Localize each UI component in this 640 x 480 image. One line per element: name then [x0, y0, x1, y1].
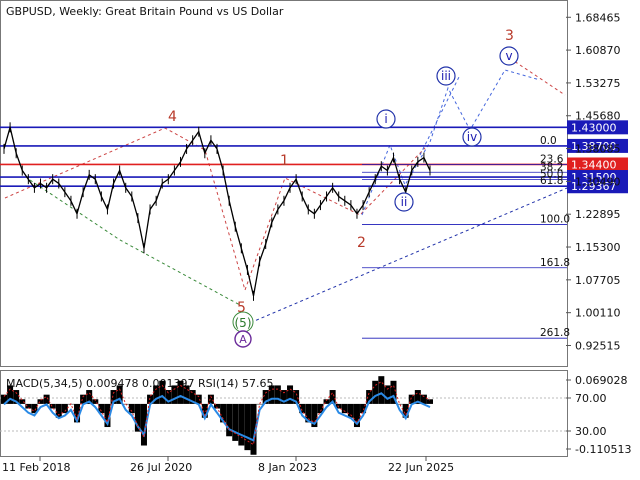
y-ticks-layer: 1.68465 1.60870 1.53275 1.45680 1.38085 1.304… — [566, 11, 621, 352]
macd-histogram-bar — [256, 403, 263, 405]
fib-label: 161.8 — [540, 257, 570, 269]
y-tick-label: 0.92515 — [575, 339, 621, 352]
y-tick-label: 1.53275 — [575, 77, 621, 90]
y-tick-label: 1.22895 — [575, 208, 621, 221]
indicator-tick-label: 70.00 — [575, 392, 607, 405]
level-badge-label: 1.34400 — [571, 158, 617, 171]
macd-histogram-bar — [274, 385, 281, 404]
x-tick-label: 26 Jul 2020 — [130, 461, 192, 474]
indicator-tick-label: -0.110513 — [575, 443, 631, 456]
macd-histogram-bar — [177, 380, 184, 404]
macd-histogram-bar — [159, 380, 166, 404]
y-tick-label: 1.38085 — [575, 143, 621, 156]
y-tick-label: 1.07705 — [575, 274, 621, 287]
chart-root: GBPUSD, Weekly: Great Britain Pound vs U… — [0, 0, 640, 480]
macd-histogram-bar — [49, 403, 56, 409]
macd-histogram-bar — [372, 380, 379, 404]
wave-label-green: (5) — [235, 316, 252, 330]
y-tick-label: 1.60870 — [575, 44, 621, 57]
y-tick-label: 1.15300 — [575, 241, 621, 254]
wave-label-blue: iii — [441, 69, 451, 83]
macd-histogram-bar — [268, 385, 275, 404]
macd-histogram-bar — [384, 385, 391, 404]
wave-label-blue: ii — [401, 195, 408, 209]
macd-histogram-bar — [61, 403, 68, 414]
macd-histogram-bar — [43, 394, 50, 404]
x-tick-label: 22 Jun 2025 — [388, 461, 454, 474]
macd-histogram-bar — [378, 376, 385, 404]
wave-label-red: 1 — [280, 153, 289, 169]
wave-label-blue: iv — [467, 130, 477, 144]
chart-svg: GBPUSD, Weekly: Great Britain Pound vs U… — [0, 0, 631, 474]
macd-histogram-bar — [287, 385, 294, 404]
macd-histogram-bar — [244, 403, 251, 451]
fib-label: 61.8 — [540, 175, 563, 187]
wave-label-red: 2 — [357, 235, 366, 251]
wave-label-blue: i — [384, 112, 387, 126]
chart-title: GBPUSD, Weekly: Great Britain Pound vs U… — [6, 5, 284, 18]
macd-histogram-bar — [128, 403, 135, 414]
x-ticks-layer: 11 Feb 2018 26 Jul 2020 8 Jan 2023 22 Jun 2… — [2, 456, 454, 474]
wave-label-red: 4 — [168, 109, 177, 125]
y-tick-label: 1.45680 — [575, 110, 621, 123]
fib-label: 100.0 — [540, 214, 570, 226]
wave-label-red: 3 — [505, 28, 514, 44]
y-tick-label: 1.68465 — [575, 11, 621, 24]
y-tick-label: 1.30490 — [575, 175, 621, 188]
x-tick-label: 11 Feb 2018 — [2, 461, 70, 474]
indicator-tick-label: 30.00 — [575, 425, 607, 438]
level-badge-label: 1.43000 — [571, 121, 617, 134]
macd-histogram-bar — [171, 385, 178, 404]
fib-label: 0.0 — [540, 135, 557, 147]
indicator-title: MACD(5,34,5) 0.009478 0.001397 RSI(14) 5… — [6, 377, 273, 390]
x-tick-label: 8 Jan 2023 — [258, 461, 317, 474]
y-tick-label: 1.00110 — [575, 307, 621, 320]
wave-label-badge: A — [239, 333, 247, 346]
indicator-tick-label: 0.069028 — [575, 374, 628, 387]
macd-histogram-bar — [238, 403, 245, 446]
macd-histogram-bar — [37, 399, 44, 404]
fib-label: 261.8 — [540, 327, 570, 339]
wave-label-blue: v — [505, 49, 512, 63]
